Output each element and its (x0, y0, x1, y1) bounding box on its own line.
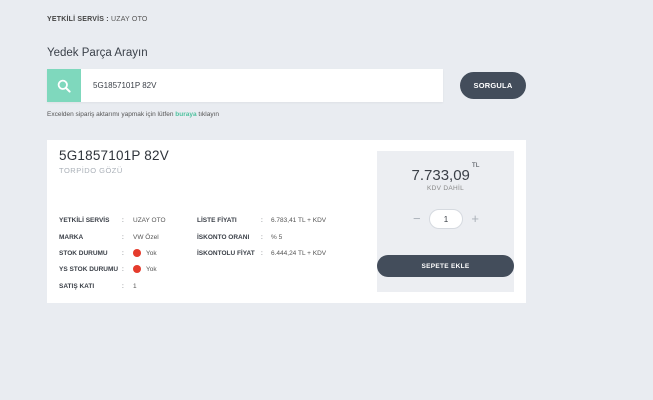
field-label: YS STOK DURUMU (59, 266, 119, 273)
field-value: Yok (133, 265, 157, 273)
field-colon: : (261, 250, 263, 257)
ys-stock-status-value: Yok (146, 265, 157, 273)
field-colon: : (122, 266, 124, 273)
increase-quantity-button[interactable]: + (471, 211, 479, 226)
price-currency: TL (471, 162, 480, 169)
field-label: İSKONTOLU FİYAT (197, 250, 255, 257)
field-value: 6.444,24 TL + KDV (271, 250, 327, 257)
result-card: 5G1857101P 82V TORPİDO GÖZÜ YETKİLİ SERV… (47, 140, 526, 303)
price-display: 7.733,09TL (377, 162, 514, 184)
excel-note-after: tıklayın (198, 111, 219, 118)
field-colon: : (122, 217, 124, 224)
search-icon (57, 79, 71, 93)
excel-import-note: Excelden sipariş aktarımı yapmak için lü… (47, 111, 219, 118)
field-label: MARKA (59, 234, 84, 241)
part-code: 5G1857101P 82V (59, 148, 169, 163)
search-bar (47, 69, 443, 102)
field-colon: : (122, 234, 124, 241)
field-label: LİSTE FİYATI (197, 217, 237, 224)
quantity-input[interactable] (429, 209, 463, 229)
field-label: YETKİLİ SERVİS (59, 217, 110, 224)
excel-note-before: Excelden sipariş aktarımı yapmak için lü… (47, 111, 174, 118)
status-red-dot-icon (133, 265, 141, 273)
field-label: STOK DURUMU (59, 250, 108, 257)
add-to-cart-button[interactable]: SEPETE EKLE (377, 255, 514, 277)
field-value: 1 (133, 283, 137, 290)
authorized-service-line: YETKİLİ SERVİS : UZAY OTO (47, 16, 148, 23)
field-label: SATIŞ KATI (59, 283, 95, 290)
authorized-service-value: UZAY OTO (110, 16, 148, 23)
field-value: Yok (133, 249, 157, 257)
price-panel: 7.733,09TL KDV DAHİL − + SEPETE EKLE (377, 151, 514, 292)
search-icon-button[interactable] (47, 69, 81, 102)
field-colon: : (261, 234, 263, 241)
query-button[interactable]: SORGULA (460, 72, 526, 99)
excel-import-link[interactable]: buraya (175, 111, 196, 118)
field-value: UZAY OTO (133, 217, 166, 224)
field-value: % 5 (271, 234, 283, 241)
field-value: 6.783,41 TL + KDV (271, 217, 327, 224)
price-value: 7.733,09 (411, 167, 470, 184)
field-colon: : (122, 283, 124, 290)
field-value: VW Özel (133, 234, 159, 241)
part-description: TORPİDO GÖZÜ (59, 166, 123, 175)
quantity-stepper: − + (413, 209, 479, 229)
decrease-quantity-button[interactable]: − (413, 211, 421, 226)
status-red-dot-icon (133, 249, 141, 257)
search-input[interactable] (93, 69, 433, 102)
field-colon: : (122, 250, 124, 257)
search-section-title: Yedek Parça Arayın (47, 47, 148, 59)
field-colon: : (261, 217, 263, 224)
field-label: İSKONTO ORANI (197, 234, 250, 241)
stock-status-value: Yok (146, 249, 157, 257)
vat-included-note: KDV DAHİL (426, 185, 464, 192)
authorized-service-label: YETKİLİ SERVİS : (47, 16, 109, 23)
